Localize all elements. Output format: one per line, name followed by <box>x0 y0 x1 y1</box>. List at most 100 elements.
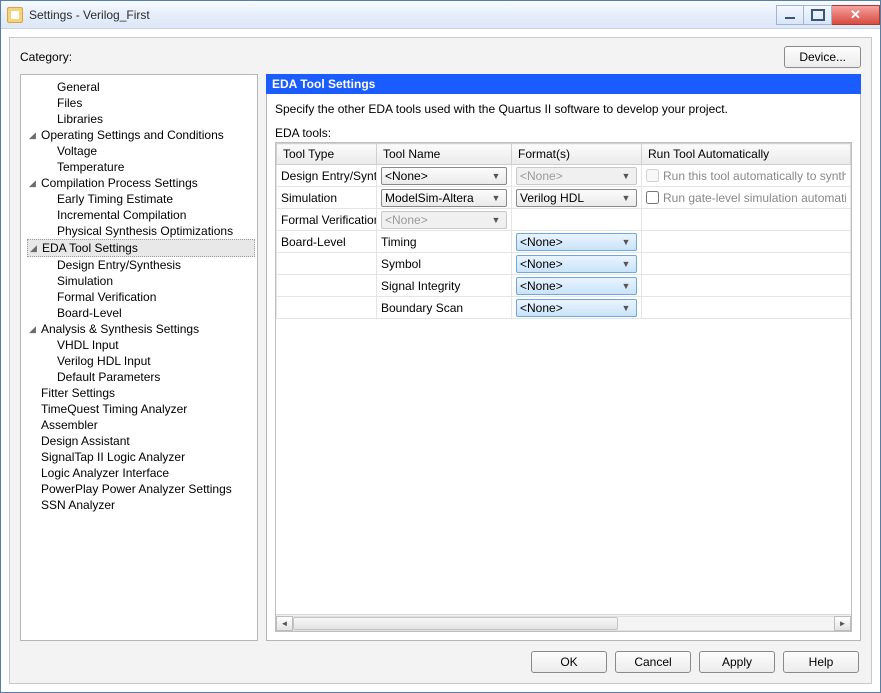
tree-item[interactable]: ◢Analysis & Synthesis Settings <box>27 321 255 337</box>
tree-item[interactable]: Logic Analyzer Interface <box>27 465 255 481</box>
help-button[interactable]: Help <box>783 651 859 673</box>
tree-item[interactable]: Design Assistant <box>27 433 255 449</box>
right-panel: EDA Tool Settings Specify the other EDA … <box>266 74 861 641</box>
row-board-symbol: Symbol <None>▼ <box>277 253 851 275</box>
row-simulation: Simulation ModelSim-Altera▼ Verilog HDL▼… <box>277 187 851 209</box>
tree-item[interactable]: General <box>27 79 255 95</box>
format-combo[interactable]: <None>▼ <box>516 233 637 251</box>
cancel-button[interactable]: Cancel <box>615 651 691 673</box>
tool-name-combo: <None>▼ <box>381 211 507 229</box>
eda-tools-grid: Tool Type Tool Name Format(s) Run Tool A… <box>275 142 852 632</box>
row-board-si: Signal Integrity <None>▼ <box>277 275 851 297</box>
row-board-timing: Board-Level Timing <None>▼ <box>277 231 851 253</box>
chevron-down-icon: ▼ <box>489 215 503 225</box>
tree-item[interactable]: Board-Level <box>27 305 255 321</box>
category-label: Category: <box>20 50 72 64</box>
tree-item-label: Simulation <box>57 273 113 289</box>
tree-item-label: Assembler <box>41 417 98 433</box>
tree-item-label: EDA Tool Settings <box>42 240 138 256</box>
col-tool-name[interactable]: Tool Name <box>377 144 512 165</box>
window-title: Settings - Verilog_First <box>29 8 150 22</box>
chevron-down-icon: ▼ <box>619 171 633 181</box>
tree-item[interactable]: Design Entry/Synthesis <box>27 257 255 273</box>
chevron-down-icon: ▼ <box>619 303 633 313</box>
tool-name-combo[interactable]: <None>▼ <box>381 167 507 185</box>
tree-item-label: Voltage <box>57 143 97 159</box>
tree-item-label: Logic Analyzer Interface <box>41 465 169 481</box>
maximize-button[interactable] <box>804 5 832 25</box>
category-tree[interactable]: GeneralFilesLibraries◢Operating Settings… <box>20 74 258 641</box>
tree-item[interactable]: ◢EDA Tool Settings <box>27 239 255 257</box>
tree-item[interactable]: Assembler <box>27 417 255 433</box>
col-run-auto[interactable]: Run Tool Automatically <box>642 144 851 165</box>
settings-window: Settings - Verilog_First Category: Devic… <box>0 0 881 693</box>
collapse-icon[interactable]: ◢ <box>27 178 38 189</box>
tree-item[interactable]: Physical Synthesis Optimizations <box>27 223 255 239</box>
format-combo[interactable]: Verilog HDL▼ <box>516 189 637 207</box>
cell-type: Board-Level <box>277 231 377 253</box>
tree-item[interactable]: Incremental Compilation <box>27 207 255 223</box>
panel-description: Specify the other EDA tools used with th… <box>275 102 852 116</box>
tree-item-label: Design Assistant <box>41 433 130 449</box>
tree-item[interactable]: Simulation <box>27 273 255 289</box>
tree-item[interactable]: Formal Verification <box>27 289 255 305</box>
format-combo[interactable]: <None>▼ <box>516 255 637 273</box>
tool-name-combo[interactable]: ModelSim-Altera▼ <box>381 189 507 207</box>
tree-item[interactable]: Fitter Settings <box>27 385 255 401</box>
titlebar[interactable]: Settings - Verilog_First <box>1 1 880 29</box>
tree-item-label: Design Entry/Synthesis <box>57 257 181 273</box>
tree-item-label: SSN Analyzer <box>41 497 115 513</box>
tree-item-label: SignalTap II Logic Analyzer <box>41 449 185 465</box>
collapse-icon[interactable]: ◢ <box>27 130 38 141</box>
window-buttons <box>776 5 880 25</box>
tree-item-label: TimeQuest Timing Analyzer <box>41 401 187 417</box>
cell-type: Formal Verification <box>277 209 377 231</box>
run-auto-checkbox[interactable]: Run gate-level simulation automaticall <box>646 191 846 205</box>
tree-item-label: PowerPlay Power Analyzer Settings <box>41 481 232 497</box>
tree-item[interactable]: Verilog HDL Input <box>27 353 255 369</box>
tree-item-label: General <box>57 79 100 95</box>
col-tool-type[interactable]: Tool Type <box>277 144 377 165</box>
col-formats[interactable]: Format(s) <box>512 144 642 165</box>
tree-item-label: Default Parameters <box>57 369 160 385</box>
dialog-footer: OK Cancel Apply Help <box>20 641 861 675</box>
device-button[interactable]: Device... <box>784 46 861 68</box>
tree-item[interactable]: VHDL Input <box>27 337 255 353</box>
scroll-left-button[interactable]: ◄ <box>276 616 293 631</box>
horizontal-scrollbar[interactable]: ◄ ► <box>276 614 851 631</box>
tree-item[interactable]: SSN Analyzer <box>27 497 255 513</box>
row-board-bscan: Boundary Scan <None>▼ <box>277 297 851 319</box>
tree-item[interactable]: SignalTap II Logic Analyzer <box>27 449 255 465</box>
chevron-down-icon: ▼ <box>619 193 633 203</box>
scroll-track[interactable] <box>293 616 834 631</box>
collapse-icon[interactable]: ◢ <box>28 243 39 254</box>
tree-item-label: Temperature <box>57 159 124 175</box>
cell-type: Simulation <box>277 187 377 209</box>
chevron-down-icon: ▼ <box>489 193 503 203</box>
tree-item[interactable]: Libraries <box>27 111 255 127</box>
format-combo[interactable]: <None>▼ <box>516 277 637 295</box>
run-auto-checkbox: Run this tool automatically to synthes <box>646 169 846 183</box>
tree-item[interactable]: ◢Operating Settings and Conditions <box>27 127 255 143</box>
close-button[interactable] <box>832 5 880 25</box>
apply-button[interactable]: Apply <box>699 651 775 673</box>
scroll-right-button[interactable]: ► <box>834 616 851 631</box>
format-combo[interactable]: <None>▼ <box>516 299 637 317</box>
tree-item[interactable]: Temperature <box>27 159 255 175</box>
format-combo: <None>▼ <box>516 167 637 185</box>
panel-title: EDA Tool Settings <box>266 74 861 94</box>
tree-item-label: Compilation Process Settings <box>41 175 198 191</box>
tree-item[interactable]: Early Timing Estimate <box>27 191 255 207</box>
tree-item[interactable]: Default Parameters <box>27 369 255 385</box>
tree-item[interactable]: ◢Compilation Process Settings <box>27 175 255 191</box>
table-label: EDA tools: <box>275 126 852 140</box>
tree-item[interactable]: Voltage <box>27 143 255 159</box>
scroll-thumb[interactable] <box>293 617 618 630</box>
tree-item[interactable]: Files <box>27 95 255 111</box>
tree-item[interactable]: TimeQuest Timing Analyzer <box>27 401 255 417</box>
minimize-button[interactable] <box>776 5 804 25</box>
tree-item[interactable]: PowerPlay Power Analyzer Settings <box>27 481 255 497</box>
collapse-icon[interactable]: ◢ <box>27 324 38 335</box>
tree-item-label: Fitter Settings <box>41 385 115 401</box>
ok-button[interactable]: OK <box>531 651 607 673</box>
